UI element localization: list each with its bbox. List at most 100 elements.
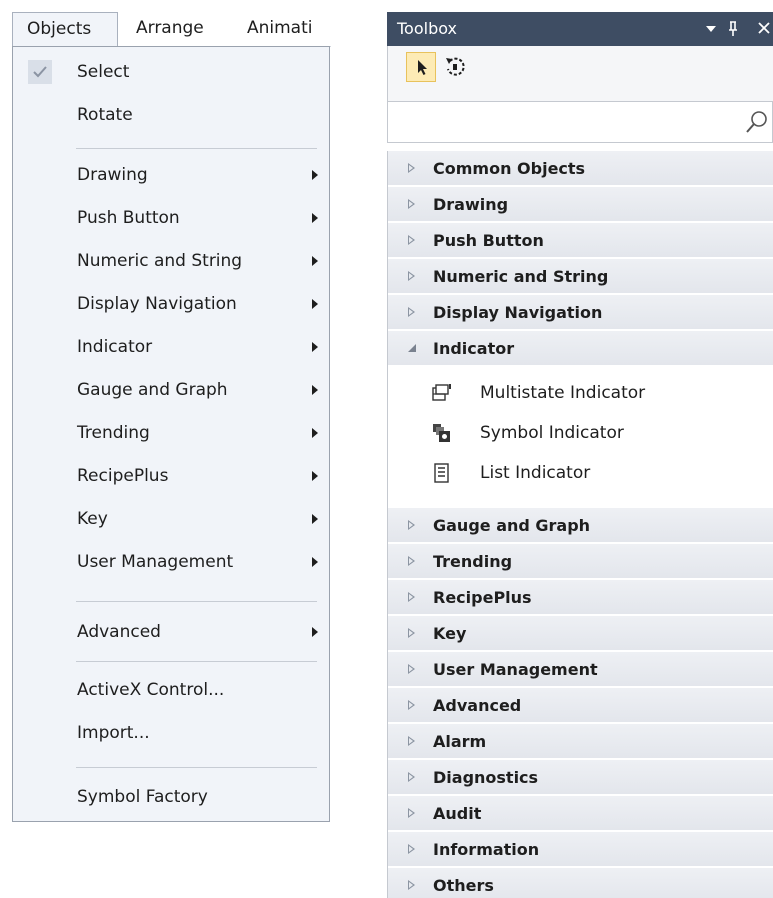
pointer-tool-button[interactable] [406,52,436,82]
category-label: Advanced [433,696,522,715]
toolbox-toolbar [387,46,773,101]
menu-item-advanced[interactable]: Advanced [14,613,328,651]
toolbox-item-multistate-indicator[interactable]: Multistate Indicator [388,373,773,413]
menu-item-gauge-and-graph[interactable]: Gauge and Graph [14,371,328,409]
toolbox-category-list: Common Objects Drawing Push Button Numer… [387,151,773,898]
category-user-management[interactable]: User Management [388,652,773,687]
category-others[interactable]: Others [388,868,773,898]
menu-item-numeric-and-string[interactable]: Numeric and String [14,242,328,280]
menu-item-label: RecipePlus [77,466,169,486]
category-label: Common Objects [433,159,586,178]
menu-item-key[interactable]: Key [14,500,328,538]
menu-bar: Objects Arrange Animati [12,12,331,47]
rotate-tool-button[interactable] [440,52,470,82]
category-display-navigation[interactable]: Display Navigation [388,295,773,330]
menu-item-indicator[interactable]: Indicator [14,328,328,366]
pointer-icon [418,60,427,75]
category-numeric-and-string[interactable]: Numeric and String [388,259,773,294]
menu-item-drawing[interactable]: Drawing [14,156,328,194]
menu-item-activex-control[interactable]: ActiveX Control... [14,671,328,709]
category-trending[interactable]: Trending [388,544,773,579]
collapsed-arrow-icon [408,520,415,530]
search-icon[interactable] [745,110,769,136]
collapsed-arrow-icon [408,628,415,638]
submenu-arrow-icon [312,213,318,223]
category-information[interactable]: Information [388,832,773,867]
category-label: Others [433,876,494,895]
category-label: Drawing [433,195,509,214]
collapsed-arrow-icon [408,844,415,854]
category-audit[interactable]: Audit [388,796,773,831]
menu-item-rotate[interactable]: Rotate [14,96,328,134]
category-key[interactable]: Key [388,616,773,651]
submenu-arrow-icon [312,428,318,438]
submenu-arrow-icon [312,299,318,309]
menu-item-trending[interactable]: Trending [14,414,328,452]
list-indicator-icon [434,463,449,483]
menu-item-display-navigation[interactable]: Display Navigation [14,285,328,323]
collapsed-arrow-icon [408,664,415,674]
menu-arrange[interactable]: Arrange [136,12,232,45]
collapsed-arrow-icon [408,271,415,281]
menu-item-recipeplus[interactable]: RecipePlus [14,457,328,495]
category-indicator[interactable]: Indicator [388,331,773,366]
category-recipeplus[interactable]: RecipePlus [388,580,773,615]
menu-item-user-management[interactable]: User Management [14,543,328,581]
category-label: Audit [433,804,482,823]
menu-objects[interactable]: Objects [12,12,118,46]
category-label: Alarm [433,732,487,751]
category-label: Numeric and String [433,267,609,286]
menu-item-label: Gauge and Graph [77,380,228,400]
menu-item-symbol-factory[interactable]: Symbol Factory [14,778,328,816]
menu-item-label: Drawing [77,165,148,185]
menu-separator [76,601,317,602]
category-gauge-and-graph[interactable]: Gauge and Graph [388,508,773,543]
menu-item-label: Import... [77,723,150,743]
multistate-indicator-icon [432,384,451,401]
submenu-arrow-icon [312,471,318,481]
category-drawing[interactable]: Drawing [388,187,773,222]
category-label: Gauge and Graph [433,516,591,535]
menu-item-label: ActiveX Control... [77,680,225,700]
menu-item-label: Display Navigation [77,294,237,314]
category-push-button[interactable]: Push Button [388,223,773,258]
submenu-arrow-icon [312,557,318,567]
menu-item-label: Select [77,62,130,82]
category-alarm[interactable]: Alarm [388,724,773,759]
category-label: Push Button [433,231,544,250]
toolbox-item-symbol-indicator[interactable]: Symbol Indicator [388,413,773,453]
submenu-arrow-icon [312,627,318,637]
menu-item-label: Trending [77,423,150,443]
menu-animation[interactable]: Animati [247,12,331,45]
menu-item-label: Rotate [77,105,133,125]
category-diagnostics[interactable]: Diagnostics [388,760,773,795]
collapsed-arrow-icon [408,199,415,209]
collapsed-arrow-icon [408,592,415,602]
collapsed-arrow-icon [408,235,415,245]
menu-item-label: Key [77,509,108,529]
submenu-arrow-icon [312,170,318,180]
checkmark-icon [28,60,52,84]
collapsed-arrow-icon [408,736,415,746]
category-label: Display Navigation [433,303,603,322]
toolbox-search-input[interactable] [394,108,728,138]
category-common-objects[interactable]: Common Objects [388,151,773,186]
menu-separator [76,767,317,768]
collapsed-arrow-icon [408,307,415,317]
collapsed-arrow-icon [408,880,415,890]
collapsed-arrow-icon [408,556,415,566]
category-label: Key [433,624,467,643]
menu-item-select[interactable]: Select [14,53,328,91]
category-label: Indicator [433,339,515,358]
submenu-arrow-icon [312,385,318,395]
menu-item-label: Indicator [77,337,153,357]
menu-separator [76,661,317,662]
toolbox-search-box [387,101,773,143]
toolbox-item-label: Multistate Indicator [480,383,646,403]
menu-item-import[interactable]: Import... [14,714,328,752]
toolbox-item-list-indicator[interactable]: List Indicator [388,453,773,493]
toolbox-title: Toolbox [397,19,457,38]
menu-item-push-button[interactable]: Push Button [14,199,328,237]
category-advanced[interactable]: Advanced [388,688,773,723]
menu-separator [76,148,317,149]
